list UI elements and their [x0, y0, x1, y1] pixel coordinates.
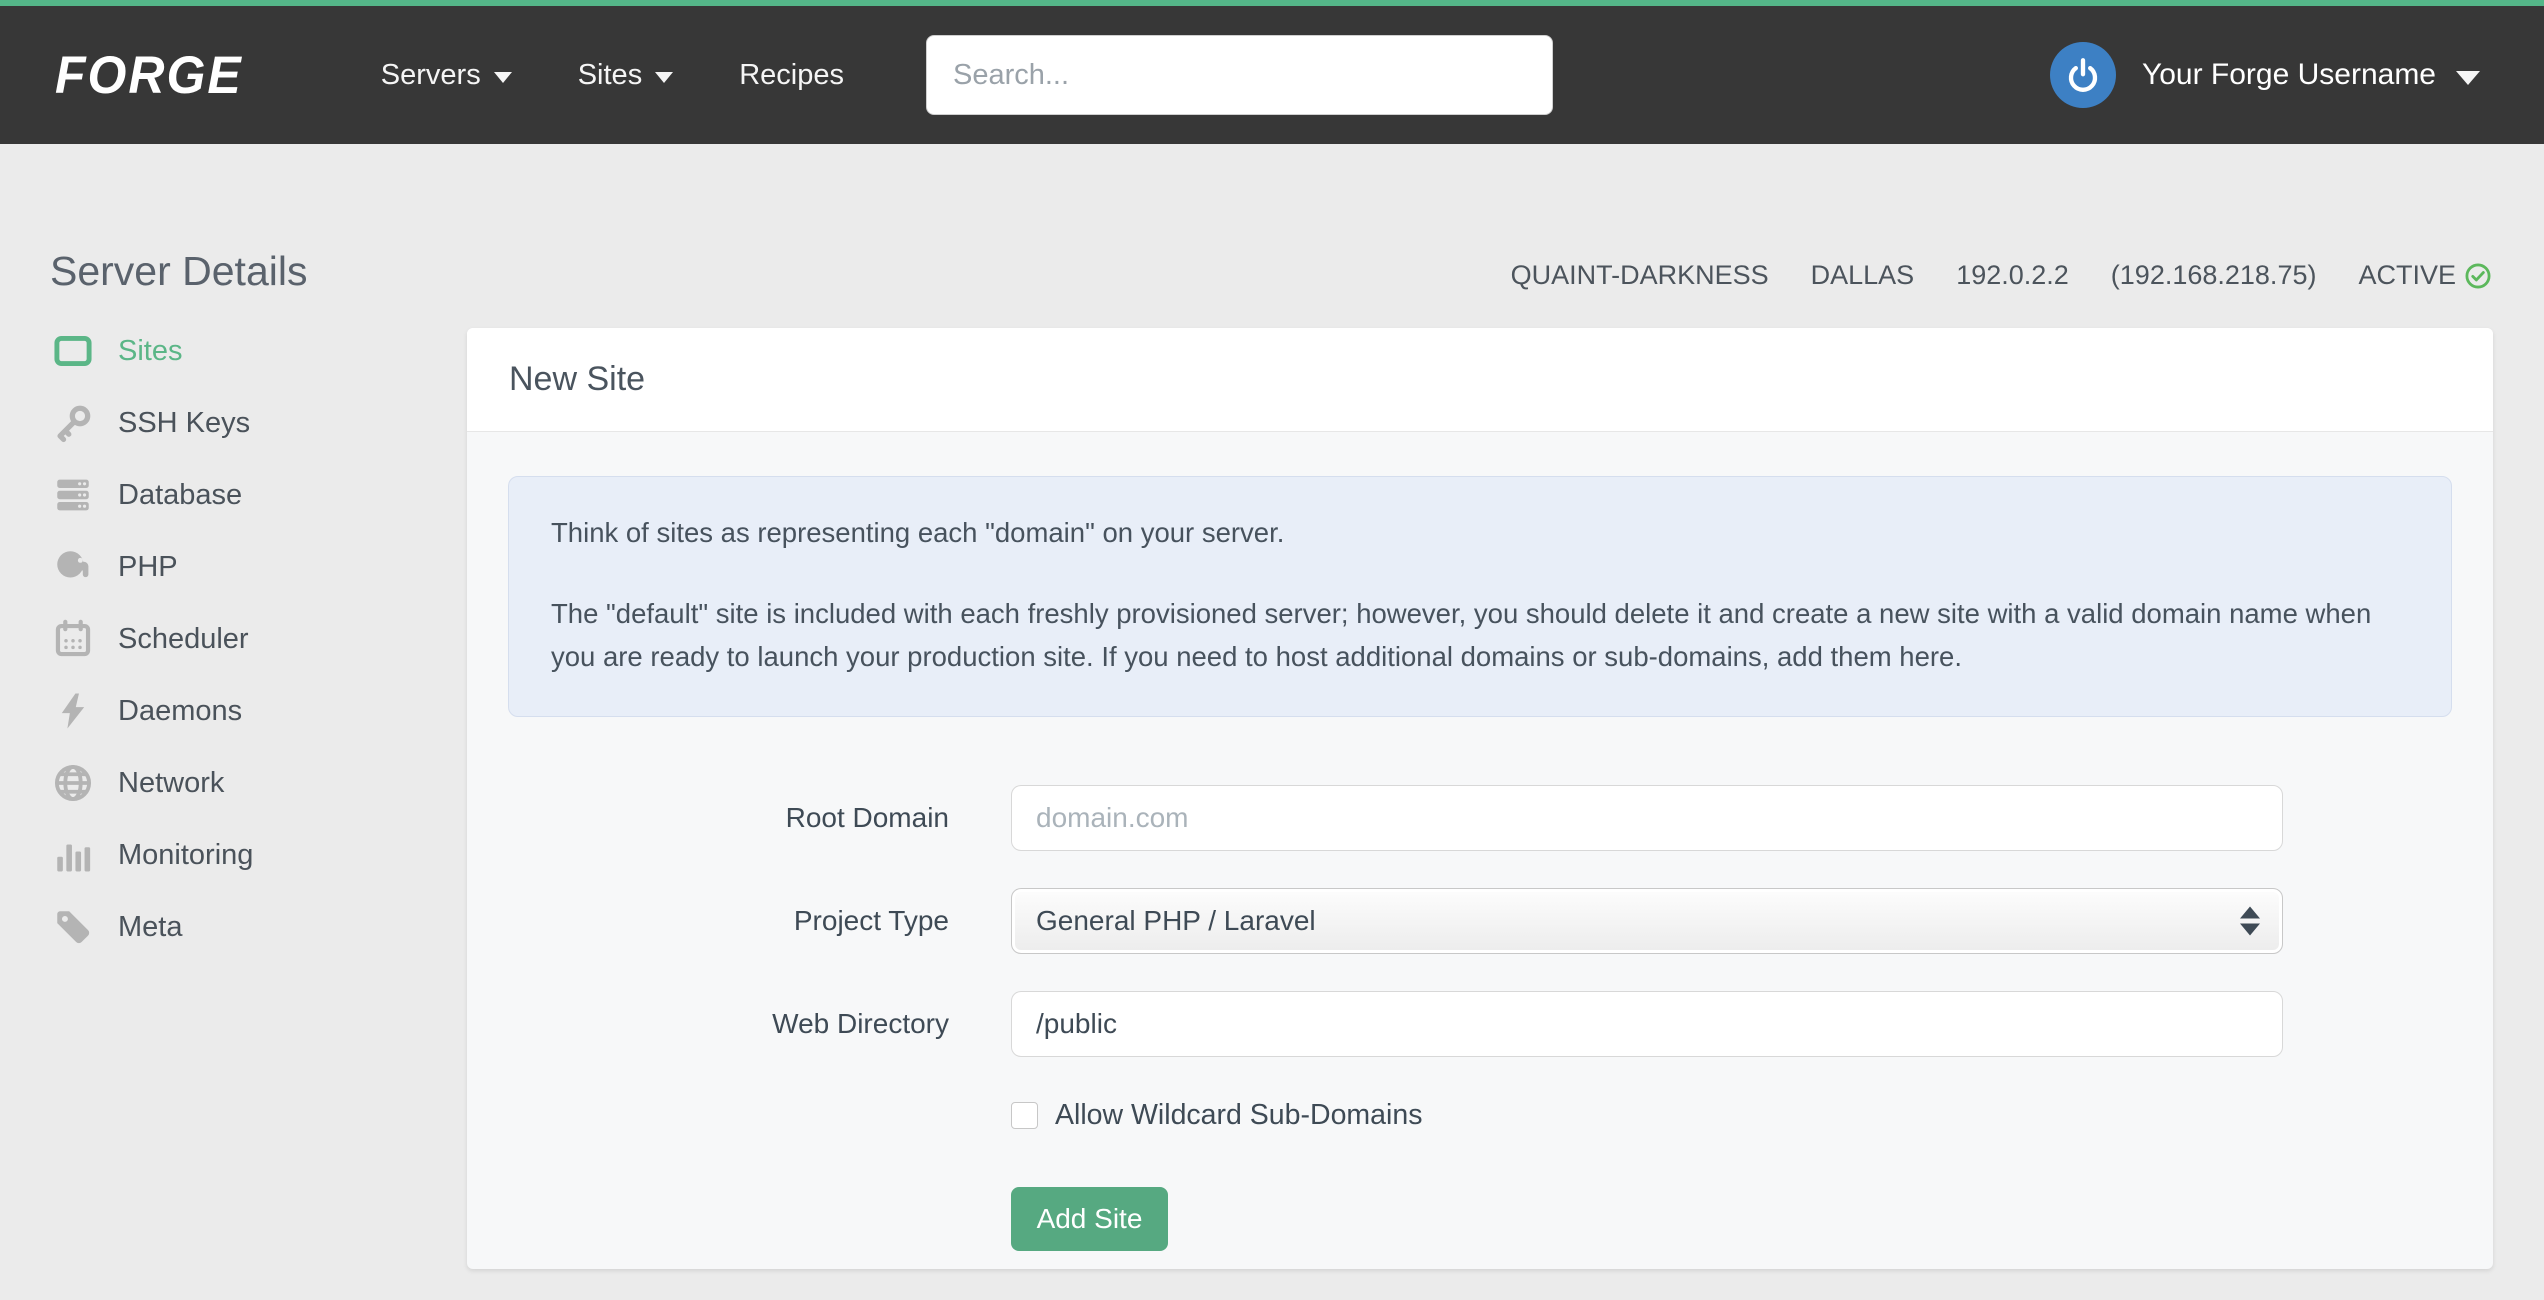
sidebar-item-label: Network	[118, 766, 225, 799]
sidebar-item-label: Scheduler	[118, 622, 249, 655]
elephant-icon	[50, 544, 96, 590]
wildcard-subdomains-row: Allow Wildcard Sub-Domains	[1011, 1099, 2493, 1132]
forge-logo[interactable]: FORGE	[55, 45, 243, 106]
project-type-row: Project Type General PHP / Laravel	[467, 888, 2493, 954]
page-title: Server Details	[50, 248, 308, 294]
server-sidebar: Sites SSH Keys Database PHP Scheduler Da…	[50, 315, 430, 963]
server-private-ip: (192.168.218.75)	[2110, 260, 2317, 290]
sidebar-item-label: Monitoring	[118, 838, 254, 871]
card-header: New Site	[467, 328, 2493, 432]
server-region: DALLAS	[1810, 260, 1915, 290]
alert-paragraph: The "default" site is included with each…	[551, 598, 2372, 672]
nav-item-label: Recipes	[739, 58, 844, 91]
user-menu[interactable]: Your Forge Username	[2049, 42, 2480, 108]
web-directory-input[interactable]	[1011, 991, 2283, 1057]
server-stack-icon	[50, 472, 96, 518]
username-label: Your Forge Username	[2141, 58, 2436, 91]
add-site-button[interactable]: Add Site	[1011, 1187, 1168, 1251]
globe-icon	[50, 760, 96, 806]
calendar-icon	[50, 616, 96, 662]
web-directory-label: Web Directory	[772, 1008, 949, 1039]
new-site-card: New Site Think of sites as representing …	[467, 328, 2493, 1269]
server-meta: QUAINT-DARKNESS DALLAS 192.0.2.2 (192.16…	[1469, 260, 2492, 291]
project-type-label: Project Type	[793, 905, 949, 936]
nav-item-label: Servers	[380, 58, 481, 91]
server-status: ACTIVE	[2358, 260, 2492, 291]
web-directory-row: Web Directory	[467, 991, 2493, 1057]
sidebar-item-sites[interactable]: Sites	[50, 315, 430, 387]
nav-item-servers[interactable]: Servers	[381, 59, 512, 92]
wildcard-subdomains-checkbox[interactable]	[1011, 1102, 1038, 1129]
root-domain-row: Root Domain	[467, 785, 2493, 851]
power-icon	[2068, 58, 2098, 92]
sidebar-item-label: SSH Keys	[118, 406, 251, 439]
sidebar-item-monitoring[interactable]: Monitoring	[50, 819, 430, 891]
sidebar-item-daemons[interactable]: Daemons	[50, 675, 430, 747]
sidebar-item-scheduler[interactable]: Scheduler	[50, 603, 430, 675]
sidebar-item-meta[interactable]: Meta	[50, 891, 430, 963]
key-icon	[50, 400, 96, 446]
chevron-down-icon	[655, 71, 674, 83]
new-site-form: Root Domain Project Type General PHP / L…	[467, 785, 2493, 1251]
main-nav: Servers Sites Recipes	[381, 59, 910, 92]
sidebar-item-label: Meta	[118, 910, 183, 943]
nav-item-label: Sites	[577, 58, 643, 91]
chevron-down-icon	[2456, 70, 2480, 85]
sidebar-item-label: Daemons	[118, 694, 243, 727]
card-title: New Site	[509, 360, 646, 398]
info-alert: Think of sites as representing each "dom…	[508, 476, 2452, 717]
top-navbar: FORGE Servers Sites Recipes Your Forge U…	[0, 6, 2544, 144]
search-container	[925, 35, 1553, 115]
selected-option-label: General PHP / Laravel	[1036, 905, 1316, 936]
select-arrows-icon	[2240, 906, 2260, 936]
check-circle-icon	[2464, 262, 2492, 290]
sidebar-item-php[interactable]: PHP	[50, 531, 430, 603]
bar-chart-icon	[50, 832, 96, 878]
card-body: Think of sites as representing each "dom…	[467, 476, 2493, 1251]
sidebar-item-label: Database	[118, 478, 243, 511]
tag-icon	[50, 904, 96, 950]
project-type-select[interactable]: General PHP / Laravel	[1011, 888, 2283, 954]
sidebar-item-network[interactable]: Network	[50, 747, 430, 819]
nav-item-sites[interactable]: Sites	[577, 58, 674, 92]
server-name: QUAINT-DARKNESS	[1510, 260, 1769, 290]
lightning-icon	[50, 688, 96, 734]
wildcard-subdomains-label: Allow Wildcard Sub-Domains	[1055, 1099, 1423, 1131]
sidebar-item-ssh-keys[interactable]: SSH Keys	[50, 387, 430, 459]
window-icon	[50, 328, 96, 374]
sidebar-item-label: Sites	[118, 334, 183, 367]
alert-paragraph: Think of sites as representing each "dom…	[551, 517, 1285, 548]
search-input[interactable]	[925, 35, 1553, 115]
root-domain-input[interactable]	[1011, 785, 2283, 851]
server-ip: 192.0.2.2	[1956, 260, 2069, 290]
sidebar-item-label: PHP	[118, 550, 178, 583]
avatar	[2049, 42, 2116, 108]
chevron-down-icon	[493, 71, 512, 83]
status-label: ACTIVE	[2358, 260, 2456, 290]
nav-item-recipes[interactable]: Recipes	[739, 59, 844, 92]
sidebar-item-database[interactable]: Database	[50, 459, 430, 531]
root-domain-label: Root Domain	[785, 802, 949, 833]
page-header: Server Details QUAINT-DARKNESS DALLAS 19…	[0, 144, 2544, 334]
